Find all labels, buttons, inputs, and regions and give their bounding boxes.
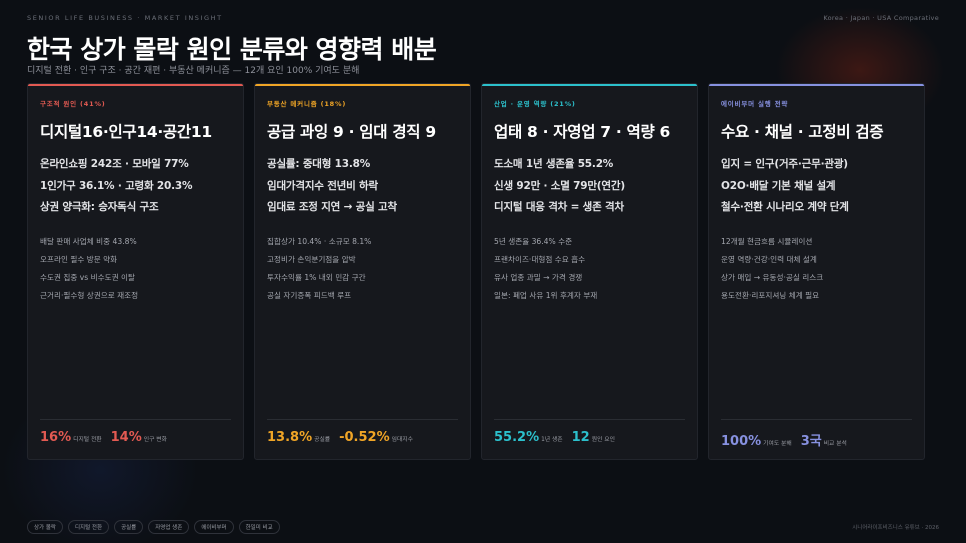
card-stats: 13.8% 공실률 -0.52% 임대지수 <box>267 430 413 445</box>
card-heading: 디지털16·인구14·공간11 <box>40 120 231 142</box>
card-accent-bar <box>255 84 470 86</box>
note-item: 근거리·필수형 상권으로 재조정 <box>40 287 231 305</box>
stat-value: 3국 <box>801 430 822 449</box>
stat-value: 100% <box>721 434 761 449</box>
chip-tag[interactable]: 상가 몰락 <box>27 520 63 534</box>
card-structural: 구조적 원인 (41%) 디지털16·인구14·공간11 온라인쇼핑 242조 … <box>27 83 244 460</box>
card-facts: 온라인쇼핑 242조 · 모바일 77% 1인가구 36.1% · 고령화 20… <box>40 154 231 219</box>
eyebrow-label: SENIOR LIFE BUSINESS · MARKET INSIGHT <box>27 14 223 22</box>
card-facts: 공실률: 중대형 13.8% 임대가격지수 전년비 하락 임대료 조정 지연 →… <box>267 154 458 219</box>
card-stats: 100% 기여도 분해 3국 비교 분석 <box>721 430 847 449</box>
tag-chips: 상가 몰락 디지털 전환 공실률 자영업 생존 에이비부머 한일미 비교 <box>27 520 280 534</box>
chip-tag[interactable]: 한일미 비교 <box>239 520 280 534</box>
card-accent-bar <box>28 84 243 86</box>
card-real-estate: 부동산 메커니즘 (18%) 공급 과잉 9 · 임대 경직 9 공실률: 중대… <box>254 83 471 460</box>
note-item: 오프라인 필수 방문 약화 <box>40 251 231 269</box>
card-notes: 배달 판매 사업체 비중 43.8% 오프라인 필수 방문 약화 수도권 집중 … <box>40 233 231 305</box>
fact-item: 철수·전환 시나리오 계약 단계 <box>721 197 912 219</box>
stat-value: 14% <box>111 430 142 445</box>
card-facts: 입지 = 인구(거주·근무·관광) O2O·배달 기본 채널 설계 철수·전환 … <box>721 154 912 219</box>
stat: 12 원인 요인 <box>572 430 615 445</box>
note-item: 집합상가 10.4% · 소규모 8.1% <box>267 233 458 251</box>
footer-credit: 시니어라이프비즈니스 유튜브 · 2026 <box>852 523 939 531</box>
chip-tag[interactable]: 자영업 생존 <box>148 520 189 534</box>
fact-item: 신생 92만 · 소멸 79만(연간) <box>494 176 685 198</box>
card-industry: 산업 · 운영 역량 (21%) 업태 8 · 자영업 7 · 역량 6 도소매… <box>481 83 698 460</box>
page-title: 한국 상가 몰락 원인 분류와 영향력 배분 <box>27 30 436 66</box>
note-item: 5년 생존율 36.4% 수준 <box>494 233 685 251</box>
stat: 14% 인구 변화 <box>111 430 167 445</box>
card-divider <box>494 419 685 420</box>
card-stats: 16% 디지털 전환 14% 인구 변화 <box>40 430 167 445</box>
card-tag: 에이비부머 실행 전략 <box>721 98 912 108</box>
fact-item: 입지 = 인구(거주·근무·관광) <box>721 154 912 176</box>
note-item: 일본: 폐업 사유 1위 후계자 부재 <box>494 287 685 305</box>
card-heading: 업태 8 · 자영업 7 · 역량 6 <box>494 120 685 142</box>
stat: 13.8% 공실률 <box>267 430 330 445</box>
chip-tag[interactable]: 디지털 전환 <box>68 520 109 534</box>
note-item: 용도전환·리포지셔닝 체계 필요 <box>721 287 912 305</box>
top-bar: SENIOR LIFE BUSINESS · MARKET INSIGHT Ko… <box>27 14 939 22</box>
card-strategy: 에이비부머 실행 전략 수요 · 채널 · 고정비 검증 입지 = 인구(거주·… <box>708 83 925 460</box>
card-tag: 구조적 원인 (41%) <box>40 98 231 108</box>
stat-value: -0.52% <box>339 430 390 445</box>
card-divider <box>721 419 912 420</box>
stat: 3국 비교 분석 <box>801 430 847 449</box>
stat-value: 55.2% <box>494 430 539 445</box>
card-facts: 도소매 1년 생존율 55.2% 신생 92만 · 소멸 79만(연간) 디지털… <box>494 154 685 219</box>
note-item: 고정비가 손익분기점을 압박 <box>267 251 458 269</box>
stat-label: 인구 변화 <box>144 434 167 443</box>
stat-value: 12 <box>572 430 590 445</box>
stat: 16% 디지털 전환 <box>40 430 102 445</box>
card-tag: 부동산 메커니즘 (18%) <box>267 98 458 108</box>
stat-value: 16% <box>40 430 71 445</box>
card-accent-bar <box>709 84 924 86</box>
card-heading: 공급 과잉 9 · 임대 경직 9 <box>267 120 458 142</box>
stat-label: 원인 요인 <box>592 434 615 443</box>
card-notes: 5년 생존율 36.4% 수준 프랜차이즈·대형점 수요 흡수 유사 업종 과밀… <box>494 233 685 305</box>
card-accent-bar <box>482 84 697 86</box>
note-item: 상가 매입 → 유동성·공실 리스크 <box>721 269 912 287</box>
stat: -0.52% 임대지수 <box>339 430 413 445</box>
fact-item: 임대가격지수 전년비 하락 <box>267 176 458 198</box>
fact-item: 공실률: 중대형 13.8% <box>267 154 458 176</box>
stat-label: 임대지수 <box>392 434 413 443</box>
note-item: 운영 역량·건강·인력 대체 설계 <box>721 251 912 269</box>
fact-item: 디지털 대응 격차 = 생존 격차 <box>494 197 685 219</box>
page-subtitle: 디지털 전환 · 인구 구조 · 공간 재편 · 부동산 메커니즘 — 12개 … <box>27 63 359 76</box>
note-item: 유사 업종 과밀 → 가격 경쟁 <box>494 269 685 287</box>
stat-value: 13.8% <box>267 430 312 445</box>
fact-item: 상권 양극화: 승자독식 구조 <box>40 197 231 219</box>
stat-label: 기여도 분해 <box>763 438 792 447</box>
fact-item: 1인가구 36.1% · 고령화 20.3% <box>40 176 231 198</box>
card-heading: 수요 · 채널 · 고정비 검증 <box>721 120 912 142</box>
card-notes: 집합상가 10.4% · 소규모 8.1% 고정비가 손익분기점을 압박 투자수… <box>267 233 458 305</box>
stat-label: 공실률 <box>314 434 330 443</box>
fact-item: 도소매 1년 생존율 55.2% <box>494 154 685 176</box>
stat-label: 비교 분석 <box>824 438 847 447</box>
stat-label: 디지털 전환 <box>73 434 102 443</box>
note-item: 수도권 집중 vs 비수도권 이탈 <box>40 269 231 287</box>
note-item: 12개월 현금흐름 시뮬레이션 <box>721 233 912 251</box>
fact-item: 임대료 조정 지연 → 공실 고착 <box>267 197 458 219</box>
note-item: 배달 판매 사업체 비중 43.8% <box>40 233 231 251</box>
comparative-label: Korea · Japan · USA Comparative <box>823 14 939 22</box>
fact-item: O2O·배달 기본 채널 설계 <box>721 176 912 198</box>
card-row: 구조적 원인 (41%) 디지털16·인구14·공간11 온라인쇼핑 242조 … <box>27 83 925 460</box>
chip-tag[interactable]: 공실률 <box>114 520 143 534</box>
chip-tag[interactable]: 에이비부머 <box>194 520 233 534</box>
fact-item: 온라인쇼핑 242조 · 모바일 77% <box>40 154 231 176</box>
stat: 100% 기여도 분해 <box>721 434 792 449</box>
card-stats: 55.2% 1년 생존 12 원인 요인 <box>494 430 615 445</box>
note-item: 공실 자기증폭 피드백 루프 <box>267 287 458 305</box>
card-notes: 12개월 현금흐름 시뮬레이션 운영 역량·건강·인력 대체 설계 상가 매입 … <box>721 233 912 305</box>
stat: 55.2% 1년 생존 <box>494 430 563 445</box>
card-divider <box>40 419 231 420</box>
card-divider <box>267 419 458 420</box>
note-item: 투자수익률 1% 내외 민감 구간 <box>267 269 458 287</box>
stat-label: 1년 생존 <box>541 434 563 443</box>
card-tag: 산업 · 운영 역량 (21%) <box>494 98 685 108</box>
note-item: 프랜차이즈·대형점 수요 흡수 <box>494 251 685 269</box>
slide: SENIOR LIFE BUSINESS · MARKET INSIGHT Ko… <box>0 0 966 543</box>
